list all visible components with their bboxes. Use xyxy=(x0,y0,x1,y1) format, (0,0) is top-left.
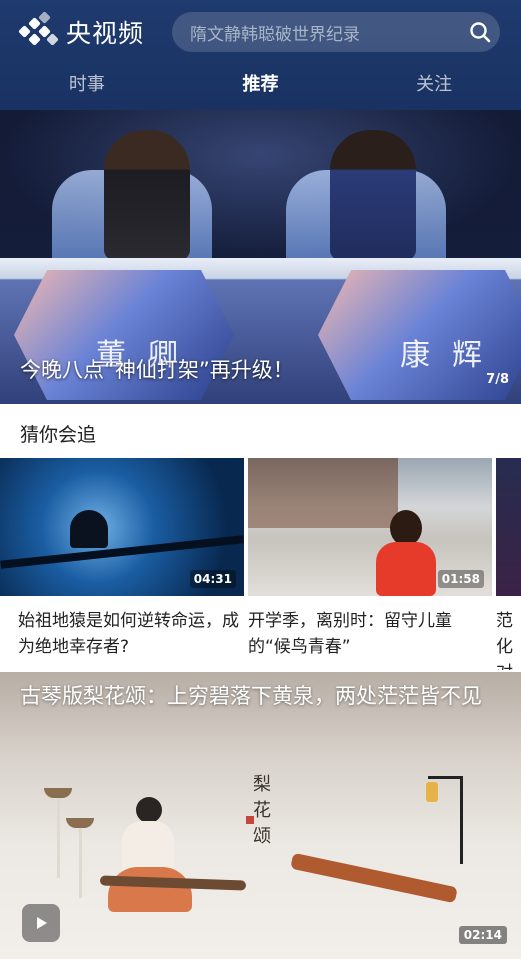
feature-title[interactable]: 古琴版梨花颂：上穷碧落下黄泉，两处茫茫皆不见 xyxy=(20,680,500,712)
search-bar[interactable]: 隋文静韩聪破世界纪录 xyxy=(172,12,500,52)
tab-recommended[interactable]: 推荐 xyxy=(174,60,348,110)
section-title: 猜你会追 xyxy=(20,424,97,446)
stand-shape xyxy=(79,828,82,898)
feature-video[interactable]: 古琴版梨花颂：上穷碧落下黄泉，两处茫茫皆不见 梨花颂 02:14 xyxy=(0,672,521,959)
top-header: 央视频 隋文静韩聪破世界纪录 时事 推荐 关注 xyxy=(0,0,521,110)
carousel-counter: 7/8 xyxy=(486,372,509,387)
calligraphy-text: 梨花颂 xyxy=(253,774,271,847)
lamp-arm xyxy=(428,776,463,779)
lantern-icon xyxy=(426,782,438,802)
child-figure xyxy=(376,510,436,596)
ape-silhouette xyxy=(70,510,108,548)
video-duration: 04:31 xyxy=(189,570,236,588)
video-title[interactable]: 范化对不 xyxy=(496,608,520,670)
app-name: 央视频 xyxy=(66,19,145,48)
tab-current-affairs[interactable]: 时事 xyxy=(0,60,174,110)
hero-banner[interactable]: 董卿 康辉 今晚八点“神仙打架”再升级！ 7/8 xyxy=(0,110,521,404)
guzheng-right xyxy=(290,852,458,904)
video-card[interactable]: 范化对不 xyxy=(496,458,521,670)
video-thumbnail[interactable] xyxy=(496,458,521,596)
tree-branch-shape xyxy=(0,535,244,569)
video-thumbnail[interactable]: 04:31 xyxy=(0,458,244,596)
red-seal-stamp xyxy=(246,816,254,824)
video-thumbnail[interactable]: 01:58 xyxy=(248,458,492,596)
hero-caption: 今晚八点“神仙打架”再升级！ xyxy=(20,358,294,382)
video-duration: 01:58 xyxy=(437,570,484,588)
video-title[interactable]: 始祖地猿是如何逆转命运，成为绝地幸存者? xyxy=(0,608,244,660)
host-left-figure xyxy=(104,130,190,260)
singing-bowl-shape xyxy=(66,818,94,828)
host-right-figure xyxy=(330,130,416,260)
video-title[interactable]: 开学季，离别时：留守儿童的“候鸟青春” xyxy=(248,608,492,660)
play-icon xyxy=(37,917,47,929)
stand-shape xyxy=(57,798,60,878)
video-duration: 02:14 xyxy=(458,926,507,944)
tab-following[interactable]: 关注 xyxy=(347,60,521,110)
search-placeholder[interactable]: 隋文静韩聪破世界纪录 xyxy=(190,20,460,45)
play-button[interactable] xyxy=(22,904,60,942)
lamp-post xyxy=(460,776,463,864)
top-tabs: 时事 推荐 关注 xyxy=(0,60,521,110)
search-icon[interactable] xyxy=(460,12,500,52)
musician-figure xyxy=(108,797,192,912)
video-card[interactable]: 01:58 开学季，离别时：留守儿童的“候鸟青春” xyxy=(248,458,492,660)
app-logo[interactable]: 央视频 xyxy=(18,11,145,50)
video-card[interactable]: 04:31 始祖地猿是如何逆转命运，成为绝地幸存者? xyxy=(0,458,244,660)
singing-bowl-shape xyxy=(44,788,72,798)
name-plate-right-text: 康辉 xyxy=(400,338,504,373)
cctv-logo-icon xyxy=(18,11,59,49)
recommendation-cards[interactable]: 04:31 始祖地猿是如何逆转命运，成为绝地幸存者? 01:58 开学季，离别时… xyxy=(0,458,521,670)
